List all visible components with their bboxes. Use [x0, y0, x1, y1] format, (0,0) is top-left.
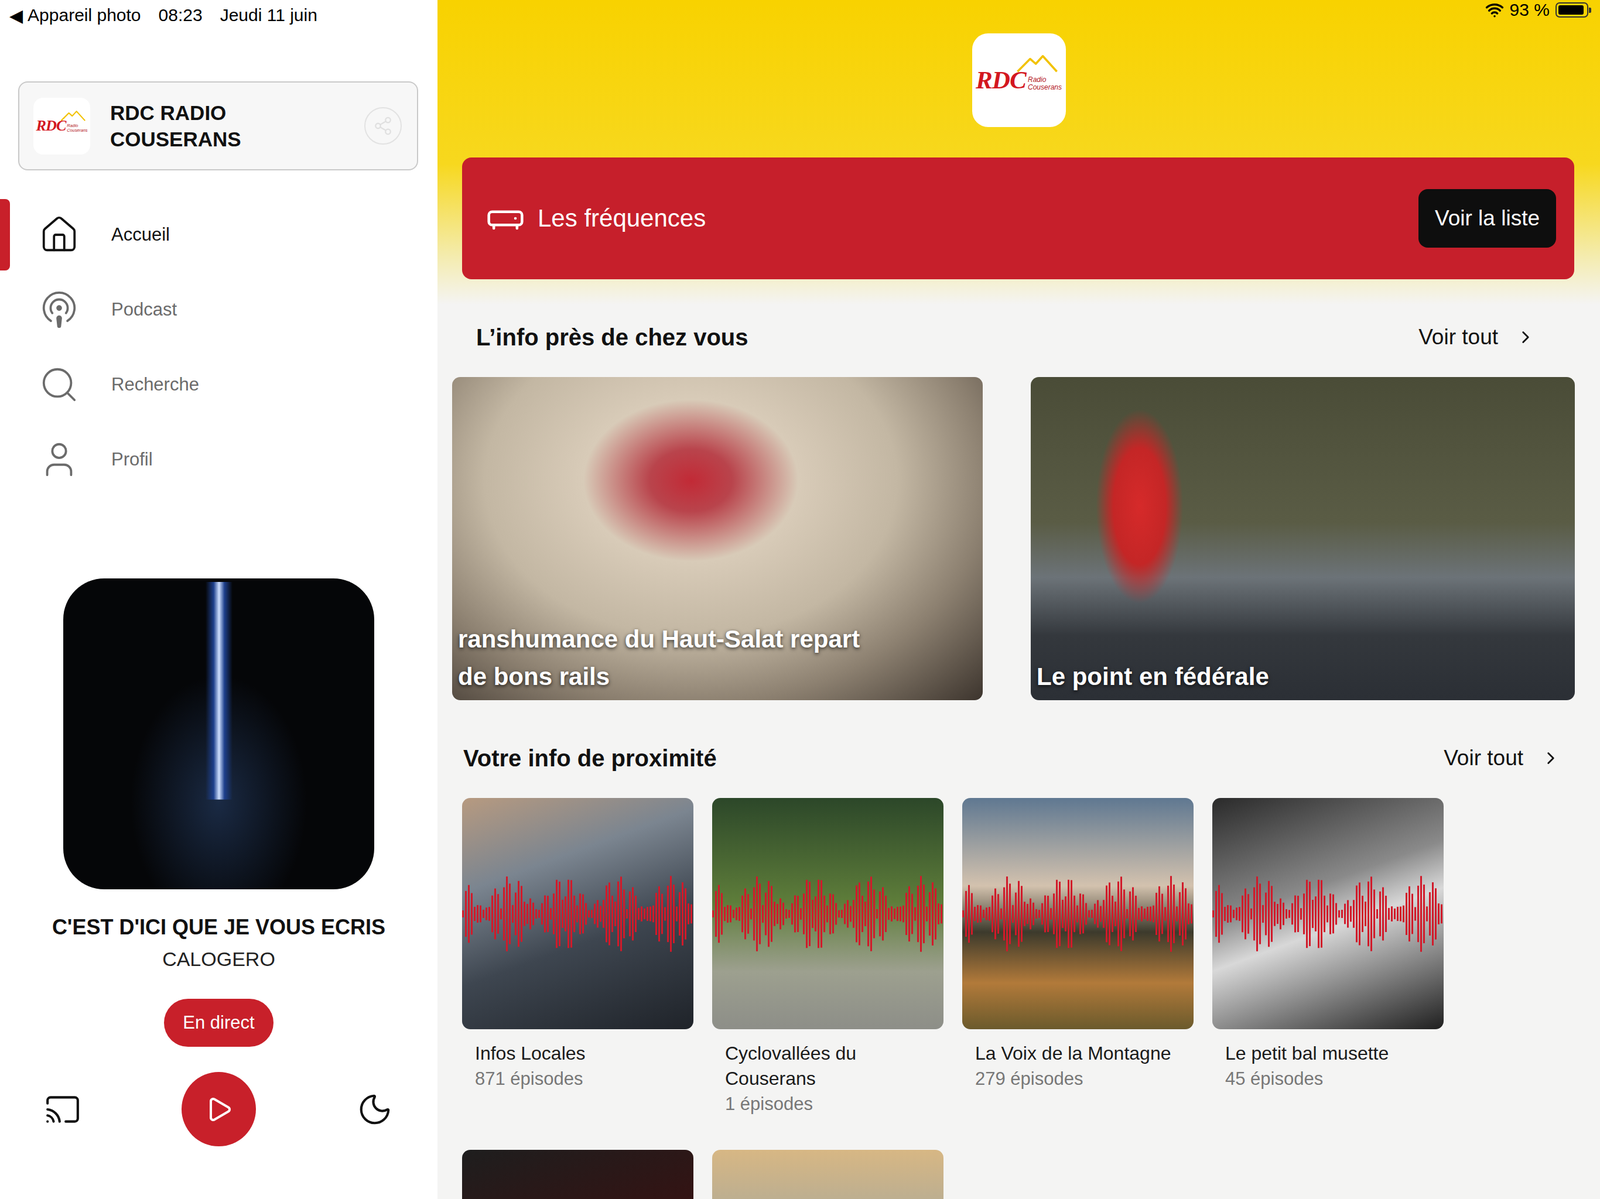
podcast-cover	[962, 798, 1194, 1030]
podcast-card[interactable]: La Voix de la Montagne279 épisodes	[962, 798, 1194, 1117]
battery-percent: 93 %	[1509, 0, 1550, 20]
podcast-episodes: 1 épisodes	[712, 1091, 944, 1117]
waveform-icon	[462, 873, 694, 956]
podcast-cover	[712, 798, 944, 1030]
nav-item[interactable]: Profil	[0, 424, 438, 496]
news-title: ranshumance du Haut-Salat repartde bons …	[457, 620, 977, 696]
status-date: Jeudi 11 juin	[220, 5, 318, 26]
logo-mark: RDC	[975, 67, 1027, 93]
active-indicator	[0, 199, 10, 271]
frequencies-title: Les fréquences	[537, 204, 1419, 233]
podcast-card[interactable]: Infos Locales871 épisodes	[462, 798, 694, 1117]
section-header: Votre info de proximité Voir tout	[437, 740, 1600, 776]
now-playing: C'EST D'ICI QUE JE VOUS ECRIS CALOGERO En …	[0, 578, 438, 1147]
podcast-card[interactable]	[462, 1150, 694, 1199]
podcast-title: Le petit bal musette	[1212, 1041, 1444, 1067]
logo-subtitle: RadioCouserans	[66, 123, 88, 134]
podcast-title: La Voix de la Montagne	[962, 1041, 1194, 1067]
logo-subtitle: RadioCouserans	[1027, 76, 1062, 93]
share-button[interactable]	[364, 107, 402, 145]
main-content: 93 %RDCRadioCouseransLes fréquencesVoir …	[437, 0, 1600, 1199]
nav-label: Recherche	[111, 374, 200, 396]
chevron-right-icon	[1515, 327, 1536, 348]
player-controls	[0, 1072, 438, 1147]
podcast-episodes: 45 épisodes	[1212, 1066, 1444, 1092]
nav-list: Accueil Podcast Recherche Profil	[0, 199, 438, 496]
podcast-card[interactable]: Cyclovallées du Couserans1 épisodes	[712, 798, 944, 1117]
podcast-card[interactable]	[712, 1150, 944, 1199]
podcast-episodes: 279 épisodes	[962, 1066, 1194, 1092]
wifi-icon	[1485, 0, 1504, 20]
nav-item[interactable]: Podcast	[0, 274, 438, 346]
nav-label: Podcast	[111, 299, 177, 321]
status-time: 08:23	[158, 5, 203, 26]
share-icon	[373, 115, 393, 136]
station-card[interactable]: RDCRadioCouserans RDC RADIOCOUSERANS	[18, 81, 419, 171]
status-bar-right: 93 %	[437, 0, 1600, 20]
news-card[interactable]: Le point en fédérale	[1030, 377, 1575, 701]
nav-label: Accueil	[111, 224, 170, 246]
waveform-icon	[1212, 873, 1444, 956]
search-icon	[38, 364, 80, 406]
logo-mark: RDC	[36, 118, 67, 134]
header-logo: RDCRadioCouserans	[437, 33, 1600, 128]
podcast-card[interactable]: Le petit bal musette45 épisodes	[1212, 798, 1444, 1117]
home-icon	[38, 214, 80, 256]
profile-icon	[38, 439, 80, 481]
station-logo: RDCRadioCouserans	[33, 97, 91, 155]
song-title: C'EST D'ICI QUE JE VOUS ECRIS	[52, 914, 386, 941]
podcast-cover	[1212, 798, 1444, 1030]
news-title: Le point en fédérale	[1036, 658, 1569, 696]
section-title: Votre info de proximité	[463, 745, 717, 772]
frequencies-banner[interactable]: Les fréquencesVoir la liste	[462, 157, 1575, 280]
live-button[interactable]: En direct	[163, 999, 274, 1048]
nav-label: Profil	[111, 449, 153, 471]
podcast-episodes: 871 épisodes	[462, 1066, 694, 1092]
moon-icon[interactable]	[356, 1091, 393, 1128]
podcast-grid: Infos Locales871 épisodesCyclovallées du…	[437, 798, 1600, 1199]
section-header: L’info près de chez vous Voir tout	[437, 319, 1600, 355]
cast-icon[interactable]	[44, 1091, 81, 1128]
see-all-link[interactable]: Voir tout	[1418, 325, 1536, 350]
podcast-title: Cyclovallées du Couserans	[712, 1041, 944, 1092]
section-title: L’info près de chez vous	[476, 324, 749, 351]
podcast-title: Infos Locales	[462, 1041, 694, 1067]
podcast-cover	[712, 1150, 944, 1199]
see-all-link[interactable]: Voir tout	[1443, 746, 1561, 771]
podcast-cover	[462, 798, 694, 1030]
battery-icon	[1555, 2, 1589, 18]
see-list-button[interactable]: Voir la liste	[1418, 189, 1557, 248]
news-card[interactable]: ranshumance du Haut-Salat repartde bons …	[452, 377, 983, 701]
back-to-app[interactable]: ◀Appareil photo	[9, 5, 142, 26]
nav-item[interactable]: Accueil	[0, 199, 438, 271]
status-bar-left: ◀Appareil photo 08:23 Jeudi 11 juin	[0, 0, 438, 31]
radio-icon	[485, 198, 526, 239]
play-icon	[204, 1095, 234, 1124]
station-logo: RDCRadioCouserans	[972, 33, 1066, 128]
news-carousel: ranshumance du Haut-Salat repartde bons …	[452, 377, 1600, 701]
waveform-icon	[962, 873, 1194, 956]
app-screen: ◀Appareil photo08:23Jeudi 11 juinRDCRadi…	[0, 0, 1600, 1199]
podcast-cover	[462, 1150, 694, 1199]
nav-item[interactable]: Recherche	[0, 349, 438, 421]
podcast-icon	[38, 289, 80, 331]
chevron-right-icon	[1540, 748, 1561, 769]
song-artist: CALOGERO	[162, 947, 276, 972]
waveform-icon	[712, 873, 944, 956]
sidebar: ◀Appareil photo 08:23 Jeudi 11 juin RDCRadi…	[0, 0, 438, 1199]
play-button[interactable]	[181, 1072, 256, 1147]
album-art	[63, 578, 375, 890]
station-name: RDC RADIOCOUSERANS	[110, 99, 365, 153]
